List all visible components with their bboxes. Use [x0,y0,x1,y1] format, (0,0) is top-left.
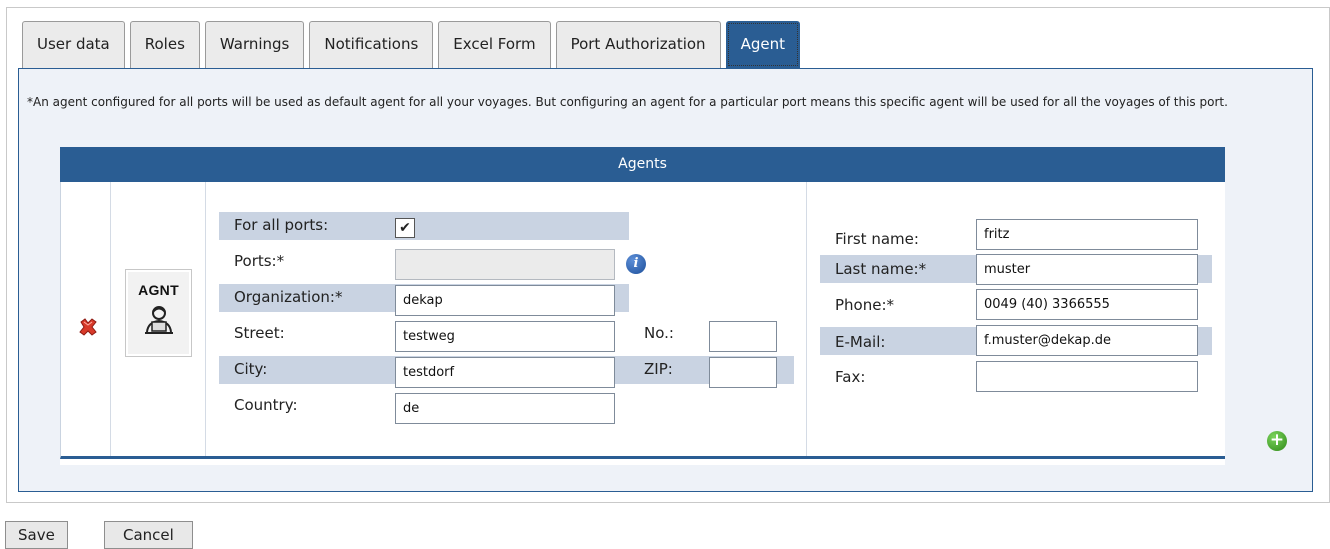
country-label: Country: [234,396,298,414]
first-name-label: First name: [835,230,919,248]
agents-header: Agents [60,147,1225,182]
phone-label: Phone:* [835,296,895,314]
first-name-field[interactable] [976,219,1198,250]
street-field[interactable] [395,321,615,352]
ports-label: Ports:* [234,252,285,270]
agent-person-icon [144,306,173,334]
phone-field[interactable] [976,289,1198,320]
tab-user-data[interactable]: User data [22,21,125,68]
tab-bar: User data Roles Warnings Notifications E… [22,21,800,68]
fax-label: Fax: [835,368,866,386]
last-name-field[interactable] [976,254,1198,285]
email-label: E-Mail: [835,333,886,351]
column-divider [110,182,111,456]
fax-field[interactable] [976,361,1198,392]
for-all-ports-checkbox[interactable]: ✔ [395,218,415,238]
house-number-field[interactable] [709,321,777,352]
for-all-ports-label: For all ports: [234,216,329,234]
tab-agent[interactable]: Agent [725,21,800,68]
tab-notifications[interactable]: Notifications [309,21,434,68]
tab-roles[interactable]: Roles [129,21,200,68]
zip-label: ZIP: [644,360,673,378]
tab-warnings[interactable]: Warnings [204,21,305,68]
agent-row: AGNT For all ports: ✔ Ports:* i Organiza… [60,182,1225,459]
city-label: City: [234,360,268,378]
column-divider [205,182,206,456]
agent-image: AGNT [125,269,192,357]
agent-info-note: *An agent configured for all ports will … [27,95,1228,109]
tab-excel-form[interactable]: Excel Form [438,21,551,68]
add-agent-icon[interactable]: + [1267,431,1287,451]
cancel-button[interactable]: Cancel [104,521,193,549]
organization-field[interactable] [395,285,615,316]
info-icon[interactable]: i [626,254,646,274]
delete-icon[interactable] [77,316,99,338]
column-divider [806,182,807,456]
email-field[interactable] [976,325,1198,356]
organization-label: Organization:* [234,288,343,306]
tab-port-authorization[interactable]: Port Authorization [555,21,721,68]
ports-field[interactable] [395,249,615,280]
no-label: No.: [644,324,674,342]
agent-code-label: AGNT [138,282,179,298]
street-label: Street: [234,324,285,342]
city-field[interactable] [395,357,615,388]
save-button[interactable]: Save [5,521,68,549]
agents-table: Agents AGNT For all ports: ✔ Ports:* i O… [60,147,1225,465]
country-field[interactable] [395,393,615,424]
zip-field[interactable] [709,357,777,388]
last-name-label: Last name:* [835,260,927,278]
